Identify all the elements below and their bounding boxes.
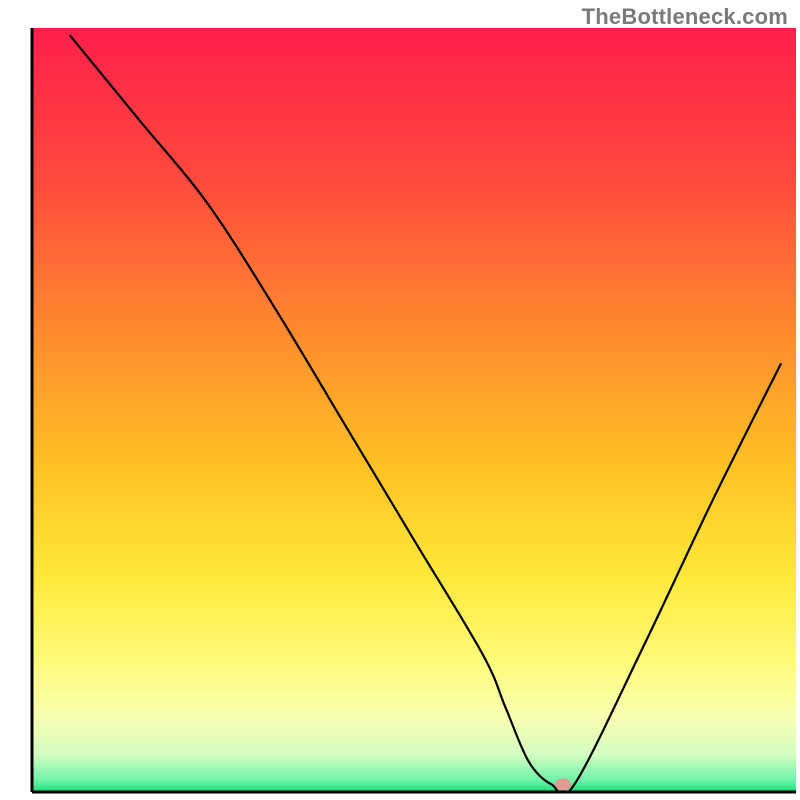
gradient-background: [32, 28, 796, 792]
bottleneck-chart: [0, 0, 800, 800]
chart-frame: TheBottleneck.com: [0, 0, 800, 800]
optimal-marker: [555, 778, 571, 790]
watermark-text: TheBottleneck.com: [582, 4, 788, 30]
